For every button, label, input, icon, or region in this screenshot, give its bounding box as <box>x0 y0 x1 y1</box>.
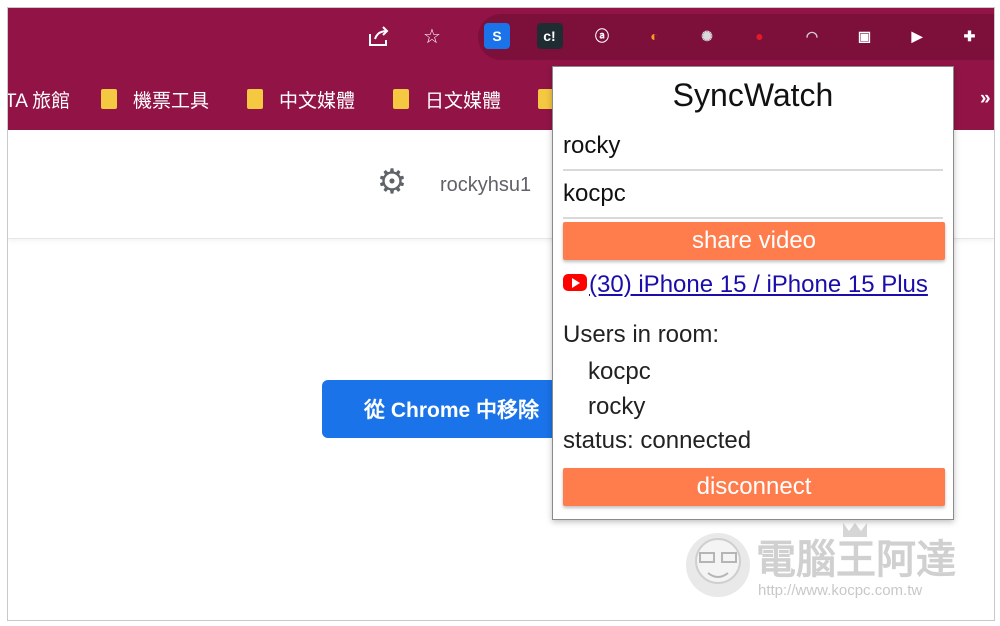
share-video-button[interactable]: share video <box>563 222 945 260</box>
folder-icon <box>101 89 117 109</box>
folder-icon <box>247 89 263 109</box>
watermark-logo: 電腦王阿達 http://www.kocpc.com.tw <box>686 523 956 599</box>
disconnect-button[interactable]: disconnect <box>563 468 945 506</box>
browser-window: ☆ Sc! ⓐ ◐ ✺ ● ◠ ▣ ▶ ✚ TA 旅館 機票工具 中文媒體 日文媒體 » ⚙ r… <box>7 7 995 621</box>
bookmark-label: TA 旅館 <box>7 90 71 112</box>
s-extension-icon[interactable]: S <box>484 23 510 49</box>
red-dot-extension-icon[interactable]: ● <box>747 23 773 49</box>
room-field[interactable]: kocpc <box>563 171 943 219</box>
connection-status: status: connected <box>563 427 752 454</box>
popup-title: SyncWatch <box>672 77 834 113</box>
arc-extension-icon[interactable]: ◠ <box>799 23 825 49</box>
bookmark-item[interactable]: 中文媒體 <box>247 84 355 114</box>
watermark-url: http://www.kocpc.com.tw <box>758 582 922 599</box>
bookmark-label: 機票工具 <box>133 90 210 112</box>
video-link[interactable]: (30) iPhone 15 / iPhone 15 Plus <box>563 271 945 299</box>
watermark-brand: 電腦王阿達 <box>756 538 956 582</box>
users-heading: Users in room: <box>563 321 720 348</box>
user-list-item: rocky <box>588 393 646 420</box>
bus-extension-icon[interactable]: ▣ <box>852 23 878 49</box>
username-field[interactable]: rocky <box>563 123 943 171</box>
bookmark-item[interactable]: 日文媒體 <box>393 84 501 114</box>
folder-icon <box>393 89 409 109</box>
puzzle-extension-icon[interactable]: ✚ <box>957 23 983 49</box>
star-icon[interactable]: ☆ <box>418 22 446 50</box>
account-name: rockyhsu1 <box>440 174 532 196</box>
bookmark-label: 中文媒體 <box>279 90 356 112</box>
bookmark-item[interactable]: 機票工具 <box>101 84 209 114</box>
syncwatch-extension-icon[interactable]: ▶ <box>904 23 930 49</box>
bookmark-item[interactable]: TA 旅館 <box>7 84 71 114</box>
share-icon[interactable] <box>365 22 393 50</box>
video-link-text[interactable]: (30) iPhone 15 / iPhone 15 Plus <box>589 271 928 298</box>
browser-toolbar: ☆ Sc! ⓐ ◐ ✺ ● ◠ ▣ ▶ ✚ <box>8 8 994 68</box>
user-list-item: kocpc <box>588 358 651 385</box>
orange-extension-icon[interactable]: ◐ <box>642 23 668 49</box>
syncwatch-popup: SyncWatch rocky kocpc share video (30) i… <box>552 66 954 520</box>
bookmark-label: 日文媒體 <box>425 90 502 112</box>
youtube-icon <box>563 274 587 291</box>
spider-extension-icon[interactable]: ✺ <box>694 23 720 49</box>
at-extension-icon[interactable]: ⓐ <box>589 23 615 49</box>
bookmarks-more-button[interactable]: » <box>980 84 991 114</box>
gear-icon[interactable]: ⚙ <box>374 164 410 200</box>
ct-extension-icon[interactable]: c! <box>536 23 563 49</box>
